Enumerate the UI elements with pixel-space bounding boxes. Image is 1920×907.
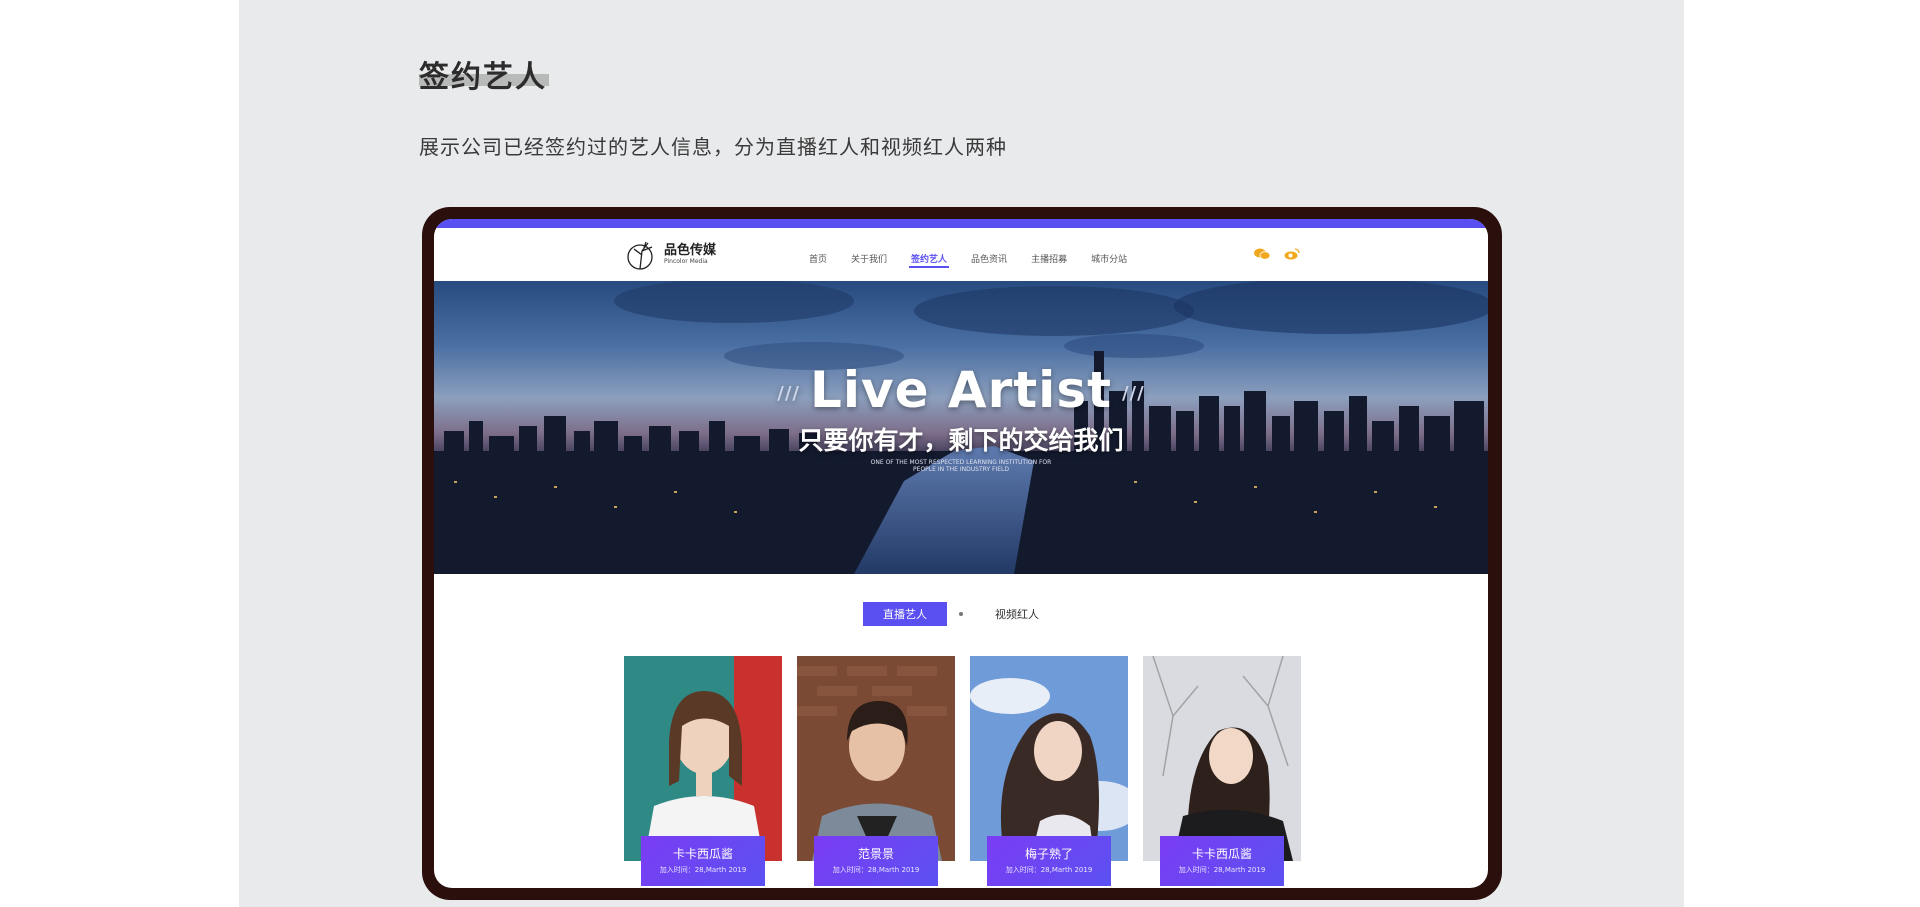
hero-small-line-1: ONE OF THE MOST RESPECTED LEARNING INSTI…	[870, 459, 1052, 466]
top-accent-bar	[434, 219, 1488, 228]
hero-title-text: Live Artist	[810, 361, 1112, 419]
device-frame: 品色传媒 Pincolor Media 首页 关于我们 签约艺人 品色资讯 主播…	[422, 207, 1502, 900]
section-description: 展示公司已经签约过的艺人信息，分为直播红人和视频红人两种	[419, 135, 1007, 159]
artist-join-date: 加入时间：28,Marth 2019	[659, 866, 747, 874]
artist-photo	[624, 656, 782, 861]
artist-card[interactable]: 卡卡西瓜酱 加入时间：28,Marth 2019	[624, 656, 782, 888]
artist-label: 卡卡西瓜酱 加入时间：28,Marth 2019	[641, 836, 765, 886]
hero-small-line-2: PEOPLE IN THE INDUSTRY FIELD	[913, 466, 1009, 473]
social-icons	[1254, 248, 1300, 260]
hero-title: /// Live Artist ///	[434, 361, 1488, 419]
logo-chinese-text: 品色传媒	[664, 243, 717, 258]
tab-live-artists[interactable]: 直播艺人	[863, 602, 947, 626]
hero-subtitle: 只要你有才，剩下的交给我们	[798, 426, 1124, 455]
website-screen: 品色传媒 Pincolor Media 首页 关于我们 签约艺人 品色资讯 主播…	[434, 219, 1488, 888]
hero-banner: /// Live Artist /// 只要你有才，剩下的交给我们 ONE OF T…	[434, 281, 1488, 574]
section-title: 签约艺人	[419, 60, 547, 95]
artist-join-date: 加入时间：28,Marth 2019	[1005, 866, 1093, 874]
artist-name: 卡卡西瓜酱	[672, 847, 733, 861]
tab-separator-dot	[959, 612, 963, 616]
nav-item-news[interactable]: 品色资讯	[971, 252, 1007, 265]
artist-photo	[1143, 656, 1301, 861]
artist-card[interactable]: 卡卡西瓜酱 加入时间：28,Marth 2019	[1143, 656, 1301, 888]
hero-slash-left: ///	[777, 383, 801, 404]
site-navbar: 品色传媒 Pincolor Media 首页 关于我们 签约艺人 品色资讯 主播…	[434, 228, 1488, 281]
hero-small-text: ONE OF THE MOST RESPECTED LEARNING INSTI…	[434, 459, 1488, 473]
nav-item-artists[interactable]: 签约艺人	[909, 252, 950, 268]
artist-photo	[970, 656, 1128, 861]
logo-english-text: Pincolor Media	[664, 258, 708, 265]
site-logo[interactable]: 品色传媒 Pincolor Media	[626, 238, 716, 272]
artist-name: 卡卡西瓜酱	[1191, 847, 1252, 861]
artist-label: 卡卡西瓜酱 加入时间：28,Marth 2019	[1160, 836, 1284, 886]
artist-photo	[797, 656, 955, 861]
artist-label: 范景景 加入时间：28,Marth 2019	[814, 836, 938, 886]
nav-menu: 首页 关于我们 签约艺人 品色资讯 主播招募 城市分站	[809, 252, 1151, 268]
artist-name: 梅子熟了	[1024, 847, 1073, 861]
nav-item-city[interactable]: 城市分站	[1091, 252, 1127, 265]
artist-label: 梅子熟了 加入时间：28,Marth 2019	[987, 836, 1111, 886]
deer-logo-icon	[627, 241, 653, 270]
hero-slash-right: ///	[1121, 383, 1145, 404]
tab-video-artists[interactable]: 视频红人	[975, 602, 1059, 626]
artist-tabs: 直播艺人 视频红人	[434, 602, 1488, 626]
artist-card[interactable]: 梅子熟了 加入时间：28,Marth 2019	[970, 656, 1128, 888]
artist-join-date: 加入时间：28,Marth 2019	[832, 866, 920, 874]
nav-item-recruit[interactable]: 主播招募	[1031, 252, 1067, 265]
nav-item-about[interactable]: 关于我们	[851, 252, 887, 265]
weibo-icon[interactable]	[1284, 248, 1300, 260]
artist-name: 范景景	[857, 847, 894, 861]
artist-cards: 卡卡西瓜酱 加入时间：28,Marth 2019 范景景 加入时间：28,Mar…	[624, 656, 1301, 888]
artist-join-date: 加入时间：28,Marth 2019	[1178, 866, 1266, 874]
wechat-icon[interactable]	[1254, 248, 1270, 260]
content-panel: 签约艺人 展示公司已经签约过的艺人信息，分为直播红人和视频红人两种 品色传媒 P…	[239, 0, 1684, 907]
nav-item-home[interactable]: 首页	[809, 252, 827, 265]
artist-card[interactable]: 范景景 加入时间：28,Marth 2019	[797, 656, 955, 888]
